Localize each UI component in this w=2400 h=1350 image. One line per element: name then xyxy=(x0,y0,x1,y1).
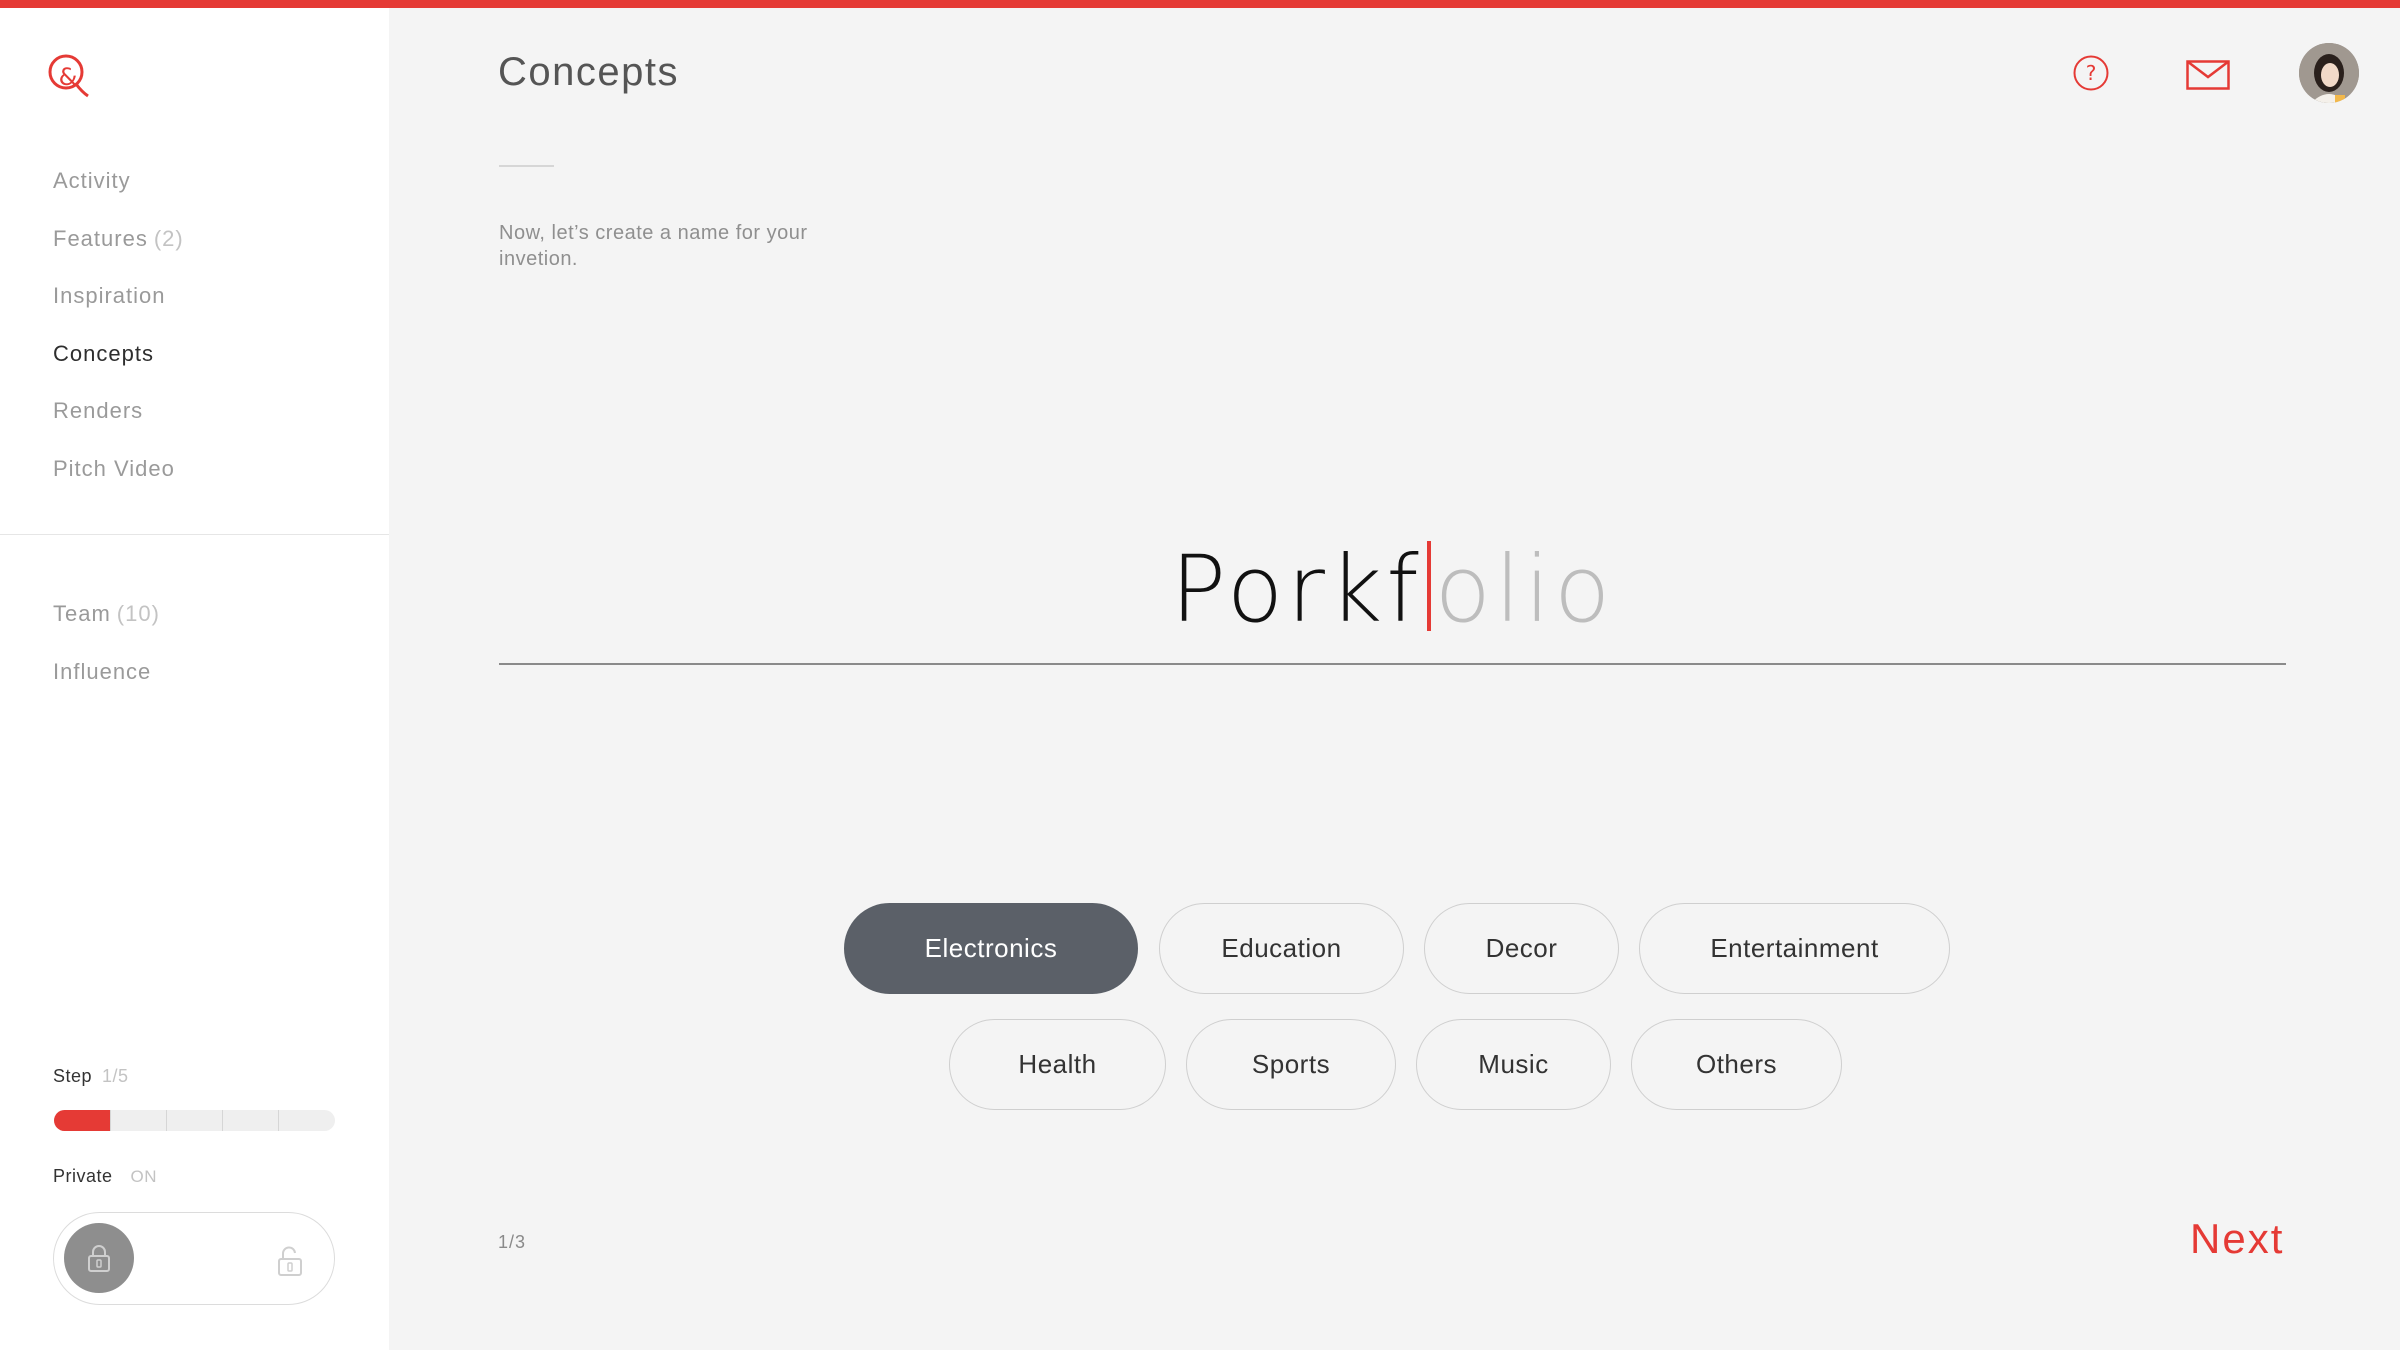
primary-nav: Activity Features (2) Inspiration Concept… xyxy=(53,166,184,511)
top-accent-bar xyxy=(0,0,2400,8)
category-chip-others[interactable]: Others xyxy=(1631,1019,1842,1110)
sidebar-item-label: Concepts xyxy=(53,340,154,366)
step-progress-fill xyxy=(54,1110,111,1131)
features-count: (2) xyxy=(153,225,184,251)
sidebar-item-activity[interactable]: Activity xyxy=(53,166,184,224)
step-progress-bar xyxy=(54,1110,335,1131)
next-button[interactable]: Next xyxy=(2190,1215,2284,1263)
name-suggestion: olio xyxy=(1434,536,1615,643)
progress-tick xyxy=(222,1110,223,1131)
privacy-state: ON xyxy=(130,1167,158,1186)
avatar-photo xyxy=(2299,43,2359,103)
sidebar-item-label: Renders xyxy=(53,398,144,423)
sidebar-item-label: Influence xyxy=(53,658,152,684)
category-chip-entertainment[interactable]: Entertainment xyxy=(1639,903,1950,994)
invention-name-input[interactable]: Porkf olio xyxy=(499,520,2286,665)
lock-icon xyxy=(88,1245,110,1272)
sidebar-item-renders[interactable]: Renders xyxy=(53,396,184,454)
svg-text:&: & xyxy=(59,63,78,91)
sidebar: & Activity Features (2) Inspiration Conce… xyxy=(0,8,389,1350)
user-avatar[interactable] xyxy=(2299,43,2359,103)
sidebar-item-inspiration[interactable]: Inspiration xyxy=(53,281,184,339)
sidebar-item-concepts[interactable]: Concepts xyxy=(53,339,184,397)
progress-tick xyxy=(166,1110,167,1131)
sidebar-item-pitch-video[interactable]: Pitch Video xyxy=(53,454,184,512)
instruction-text: Now, let’s create a name for your inveti… xyxy=(499,222,808,270)
typed-name: Porkf xyxy=(1170,536,1423,643)
team-count: (10) xyxy=(116,601,160,626)
progress-tick xyxy=(110,1110,111,1131)
sidebar-divider xyxy=(0,534,389,535)
sidebar-item-label: Features xyxy=(53,225,148,251)
text-cursor xyxy=(1426,541,1431,631)
help-icon[interactable]: ? xyxy=(2073,55,2109,91)
category-chip-electronics[interactable]: Electronics xyxy=(844,903,1138,994)
mail-icon[interactable] xyxy=(2186,60,2230,90)
title-underline xyxy=(499,165,554,167)
privacy-toggle[interactable] xyxy=(53,1212,335,1305)
step-value: 1/5 xyxy=(102,1066,129,1086)
category-chip-sports[interactable]: Sports xyxy=(1186,1019,1396,1110)
ampersand-logo-icon[interactable]: & xyxy=(46,52,90,100)
step-label: Step xyxy=(53,1066,93,1086)
sidebar-item-label: Inspiration xyxy=(53,283,166,308)
secondary-nav: Team (10) Influence xyxy=(53,599,160,714)
page-title: Concepts xyxy=(498,50,679,94)
sidebar-item-features[interactable]: Features (2) xyxy=(53,224,184,282)
privacy-indicator: Private ON xyxy=(53,1166,157,1187)
sidebar-item-influence[interactable]: Influence xyxy=(53,657,160,715)
sidebar-item-label: Team xyxy=(53,601,111,626)
privacy-label: Private xyxy=(53,1166,113,1186)
category-chip-health[interactable]: Health xyxy=(949,1019,1166,1110)
toggle-knob[interactable] xyxy=(64,1223,134,1293)
category-chip-education[interactable]: Education xyxy=(1159,903,1404,994)
category-chip-decor[interactable]: Decor xyxy=(1424,903,1619,994)
svg-text:?: ? xyxy=(2086,61,2097,85)
sidebar-item-label: Activity xyxy=(53,168,131,193)
step-indicator: Step 1/5 xyxy=(53,1066,129,1087)
category-chip-music[interactable]: Music xyxy=(1416,1019,1611,1110)
progress-tick xyxy=(278,1110,279,1131)
page-indicator: 1/3 xyxy=(498,1232,527,1252)
sidebar-item-team[interactable]: Team (10) xyxy=(53,599,160,657)
sidebar-item-label: Pitch Video xyxy=(53,455,175,481)
unlock-icon xyxy=(278,1246,302,1276)
